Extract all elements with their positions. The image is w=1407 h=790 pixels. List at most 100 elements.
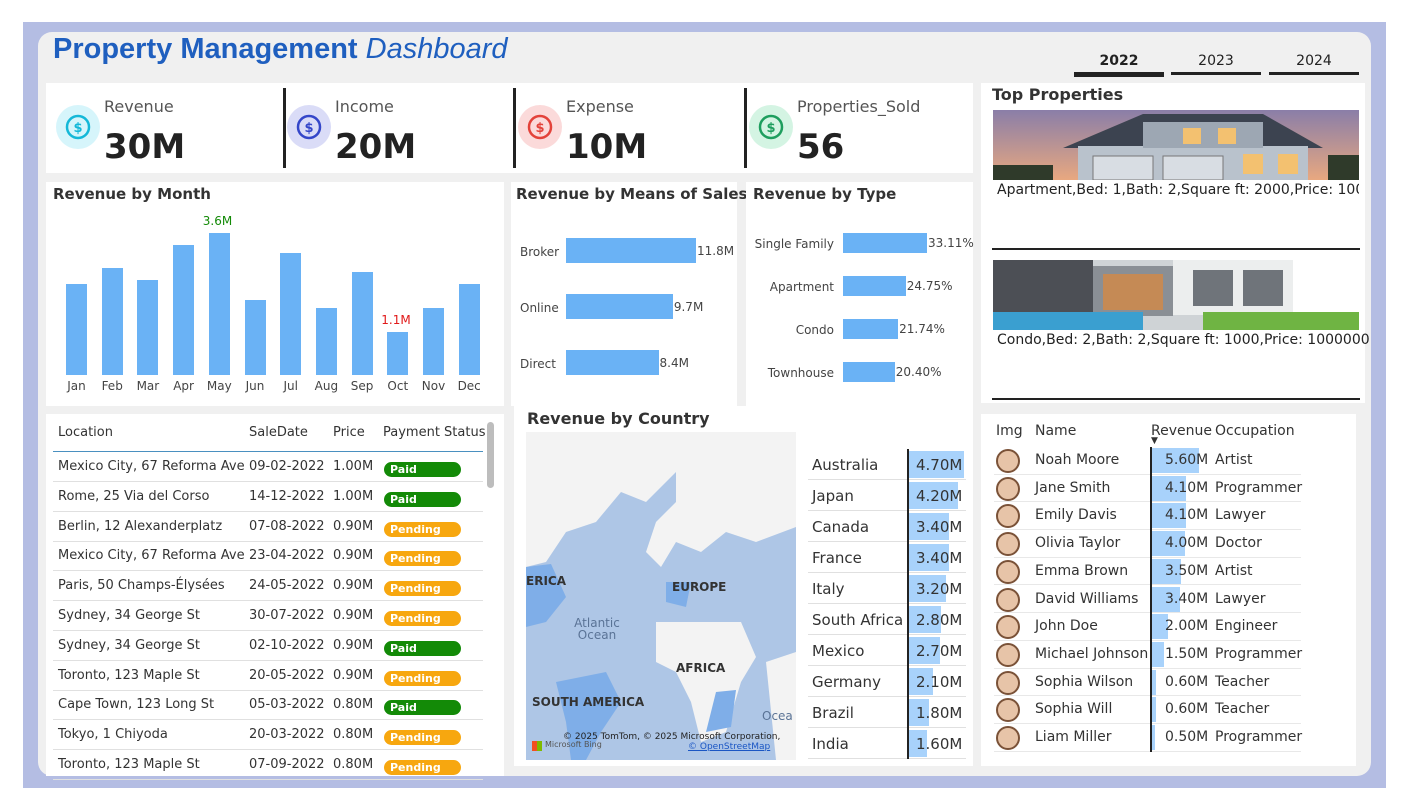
top-properties-title: Top Properties [992,85,1124,104]
table-row[interactable]: Berlin, 12 Alexanderplatz 07-08-2022 0.90M… [53,512,483,542]
status-badge: Pending [384,730,461,746]
table-row[interactable]: Paris, 50 Champs-Élysées 24-05-2022 0.90M P… [53,571,483,602]
table-row[interactable]: Cape Town, 123 Long St 05-03-2022 0.80M Pai… [53,690,483,721]
country-value: 2.70M [916,642,963,660]
month-bar[interactable] [280,252,302,375]
country-row[interactable]: India 1.60M [808,728,966,759]
month-bar[interactable] [244,300,266,375]
person-revenue: 0.60M [1165,701,1209,718]
table-row[interactable]: Michael Johnson 1.50M Programmer [994,640,1302,669]
kpi-value: 56 [797,127,845,167]
table-cell: Mexico City, 67 Reforma Ave [58,548,245,564]
table-cell: 02-10-2022 [249,637,325,653]
type-bar[interactable] [843,362,895,382]
world-map[interactable] [526,432,796,760]
table-row[interactable]: Toronto, 123 Maple St 07-09-2022 0.80M Pend… [53,750,483,780]
person-revenue: 2.00M [1165,618,1209,635]
table-scrollbar[interactable] [487,422,494,488]
means-category-label: Direct [520,357,556,371]
openstreetmap-link[interactable]: © OpenStreetMap [688,742,770,752]
kpi-label: Income [335,97,394,116]
country-value: 3.20M [916,580,963,598]
table-row[interactable]: Rome, 25 Via del Corso 14-12-2022 1.00M Pai… [53,482,483,512]
property-photo-condo[interactable] [993,260,1359,330]
country-row[interactable]: Japan 4.20M [808,480,966,511]
property-photo-house[interactable] [993,110,1359,180]
table-row[interactable]: Mexico City, 67 Reforma Ave 09-02-2022 1.0… [53,452,483,482]
month-bar[interactable] [423,307,444,375]
country-row[interactable]: Canada 3.40M [808,511,966,542]
month-bar[interactable] [137,280,159,375]
table-row[interactable]: Emma Brown 3.50M Artist [994,557,1301,586]
person-name: Emma Brown [1035,562,1129,579]
country-row[interactable]: South Africa 2.80M [808,604,966,635]
column-header[interactable]: SaleDate [249,425,308,440]
sort-desc-icon[interactable]: ▼ [1151,436,1158,446]
person-occupation: Teacher [1215,673,1270,690]
means-value-label: 11.8M [697,244,735,258]
axis-line [907,573,909,604]
year-tab-2023[interactable]: 2023 [1171,53,1261,75]
country-row[interactable]: Brazil 1.80M [808,697,966,728]
month-bar[interactable] [66,284,87,375]
table-row[interactable]: David Williams 3.40M Lawyer [994,585,1301,614]
year-tab-2024[interactable]: 2024 [1269,53,1359,75]
column-header[interactable]: Payment Status [383,425,485,440]
month-bar[interactable] [101,268,123,375]
month-bar[interactable] [173,244,195,375]
means-bar[interactable] [566,350,659,375]
map-label: ERICA [526,574,566,588]
person-name: David Williams [1035,590,1139,607]
type-category-label: Single Family [754,237,834,251]
hand-money-icon: $ [56,105,100,149]
type-bar[interactable] [843,276,906,296]
table-row[interactable]: Tokyo, 1 Chiyoda 20-03-2022 0.80M Pending [53,720,483,751]
status-badge: Pending [384,670,461,686]
column-header[interactable]: Occupation [1215,423,1295,439]
column-header[interactable]: Name [1035,423,1076,439]
column-header[interactable]: Img [996,423,1023,439]
month-bar[interactable] [351,272,373,375]
column-header[interactable]: Location [58,425,113,440]
country-row[interactable]: Italy 3.20M [808,573,966,604]
country-row[interactable]: Australia 4.70M [808,449,966,480]
month-bar[interactable] [208,232,230,375]
month-tick-label: Nov [421,379,446,393]
country-row[interactable]: France 3.40M [808,542,966,573]
avatar [996,532,1020,557]
column-header[interactable]: Revenue [1151,423,1212,439]
map-label: EUROPE [672,580,727,594]
expense-coin-icon: $ [518,105,562,149]
table-row[interactable]: Toronto, 123 Maple St 20-05-2022 0.90M Pend… [53,661,483,691]
avatar [996,449,1020,473]
table-row[interactable]: Olivia Taylor 4.00M Doctor [994,530,1301,559]
country-row[interactable]: Mexico 2.70M [808,635,966,666]
axis-line [1150,724,1152,752]
table-row[interactable]: Jane Smith 4.10M Programmer [994,474,1302,503]
type-bar[interactable] [843,319,899,339]
table-row[interactable]: John Doe 2.00M Engineer [994,613,1301,642]
table-row[interactable]: Sophia Wilson 0.60M Teacher [994,668,1301,697]
avatar [996,670,1020,695]
table-cell: Cape Town, 123 Long St [58,697,215,713]
type-bar[interactable] [843,233,927,253]
table-row[interactable]: Mexico City, 67 Reforma Ave 23-04-2022 0.9… [53,541,483,572]
table-row[interactable]: Sophia Will 0.60M Teacher [994,696,1301,725]
means-bar[interactable] [566,238,696,263]
means-bar[interactable] [566,294,673,319]
month-bar[interactable] [387,331,409,375]
month-bar[interactable] [315,307,337,375]
kpi-value: 10M [566,127,648,167]
avatar [996,698,1020,723]
map-label: Ocea [762,709,793,723]
month-bar[interactable] [458,284,480,375]
country-row[interactable]: Germany 2.10M [808,666,966,697]
table-row[interactable]: Liam Miller 0.50M Programmer [994,724,1302,752]
table-row[interactable]: Noah Moore 5.60M Artist [994,447,1301,475]
year-tab-2022[interactable]: 2022 [1074,53,1164,77]
column-header[interactable]: Price [333,425,365,440]
table-row[interactable]: Sydney, 34 George St 02-10-2022 0.90M Paid [53,631,483,661]
table-row[interactable]: Sydney, 34 George St 30-07-2022 0.90M Pendi… [53,601,483,631]
person-revenue: 4.10M [1165,507,1209,524]
table-row[interactable]: Emily Davis 4.10M Lawyer [994,502,1301,531]
